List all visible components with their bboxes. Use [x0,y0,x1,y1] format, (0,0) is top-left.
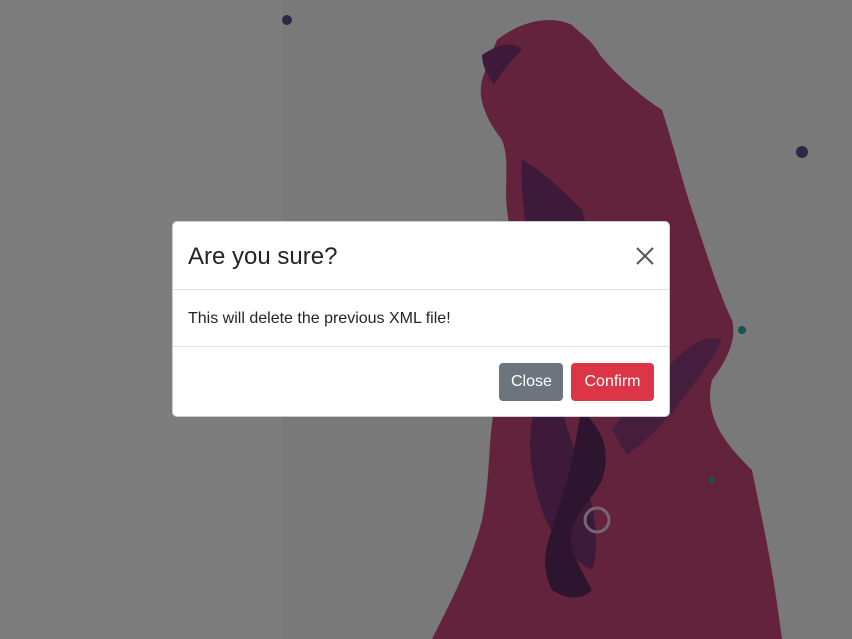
modal-footer: Close Confirm [173,347,669,416]
modal-header: Are you sure? [173,222,669,290]
close-icon[interactable] [635,246,655,266]
modal-body: This will delete the previous XML file! [173,290,669,347]
modal-message: This will delete the previous XML file! [188,310,451,327]
close-button[interactable]: Close [499,363,563,401]
modal-title: Are you sure? [188,243,338,270]
app-root: Are you sure? This will delete the previ… [0,0,852,639]
confirm-delete-dialog: Are you sure? This will delete the previ… [172,221,670,417]
confirm-button[interactable]: Confirm [571,363,654,401]
